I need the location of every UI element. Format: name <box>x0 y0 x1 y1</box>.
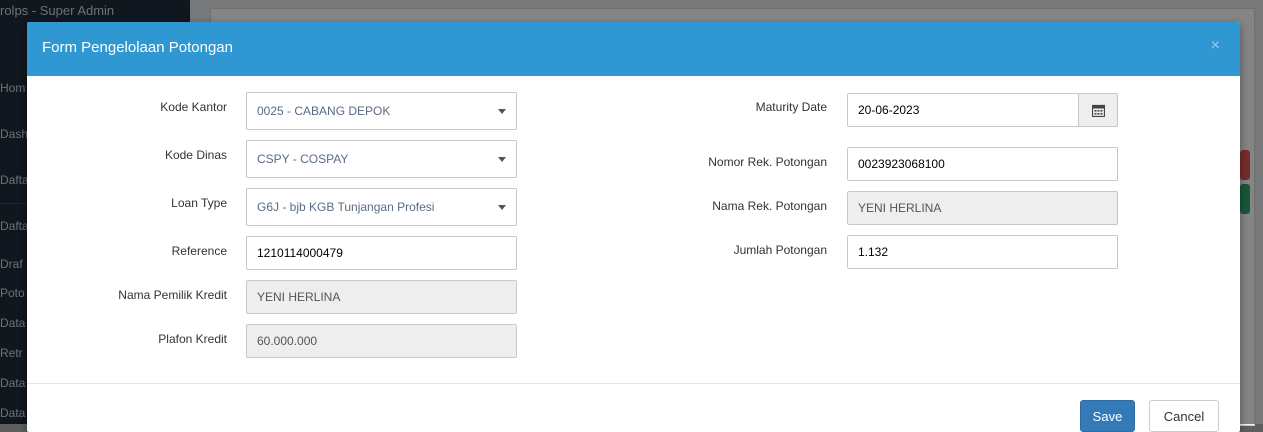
loan-type-select[interactable]: G6J - bjb KGB Tunjangan Profesi <box>246 188 517 226</box>
plafon-input: 60.000.000 <box>246 324 517 358</box>
jumlah-label: Jumlah Potongan <box>733 243 827 257</box>
nama-pemilik-label: Nama Pemilik Kredit <box>118 288 227 302</box>
reference-input[interactable]: 1210114000479 <box>246 236 517 270</box>
nama-rek-input: YENI HERLINA <box>847 191 1118 225</box>
reference-value: 1210114000479 <box>257 246 343 260</box>
maturity-date-label: Maturity Date <box>755 100 827 114</box>
chevron-down-icon <box>498 204 506 210</box>
cancel-button[interactable]: Cancel <box>1149 400 1219 432</box>
close-icon[interactable]: × <box>1211 37 1220 55</box>
jumlah-input[interactable]: 1.132 <box>847 235 1118 269</box>
save-button[interactable]: Save <box>1080 400 1135 432</box>
kode-kantor-value: 0025 - CABANG DEPOK <box>257 104 391 118</box>
modal-dialog: Form Pengelolaan Potongan × Kode Kantor … <box>27 22 1240 432</box>
nama-rek-label: Nama Rek. Potongan <box>712 199 827 213</box>
calendar-button[interactable] <box>1079 93 1118 127</box>
calendar-icon <box>1091 104 1105 117</box>
kode-dinas-label: Kode Dinas <box>164 148 227 162</box>
plafon-label: Plafon Kredit <box>158 332 227 346</box>
nama-pemilik-input: YENI HERLINA <box>246 280 517 314</box>
footer-divider <box>27 383 1240 384</box>
maturity-date-value: 20-06-2023 <box>858 103 920 117</box>
nama-rek-value: YENI HERLINA <box>858 201 942 215</box>
kode-dinas-select[interactable]: CSPY - COSPAY <box>246 140 517 178</box>
modal-header: Form Pengelolaan Potongan × <box>27 22 1240 76</box>
plafon-value: 60.000.000 <box>257 334 318 348</box>
loan-type-label: Loan Type <box>171 196 227 210</box>
nomor-rek-value: 0023923068100 <box>858 157 945 171</box>
nama-pemilik-value: YENI HERLINA <box>257 290 341 304</box>
kode-dinas-value: CSPY - COSPAY <box>257 152 349 166</box>
nomor-rek-input[interactable]: 0023923068100 <box>847 147 1118 181</box>
modal-title: Form Pengelolaan Potongan <box>42 39 233 56</box>
kode-kantor-label: Kode Kantor <box>160 100 227 114</box>
chevron-down-icon <box>498 108 506 114</box>
kode-kantor-select[interactable]: 0025 - CABANG DEPOK <box>246 92 517 130</box>
loan-type-value: G6J - bjb KGB Tunjangan Profesi <box>257 200 435 214</box>
jumlah-value: 1.132 <box>858 245 889 259</box>
nomor-rek-label: Nomor Rek. Potongan <box>708 155 827 169</box>
chevron-down-icon <box>498 156 506 162</box>
maturity-date-input[interactable]: 20-06-2023 <box>847 93 1079 127</box>
reference-label: Reference <box>171 244 227 258</box>
